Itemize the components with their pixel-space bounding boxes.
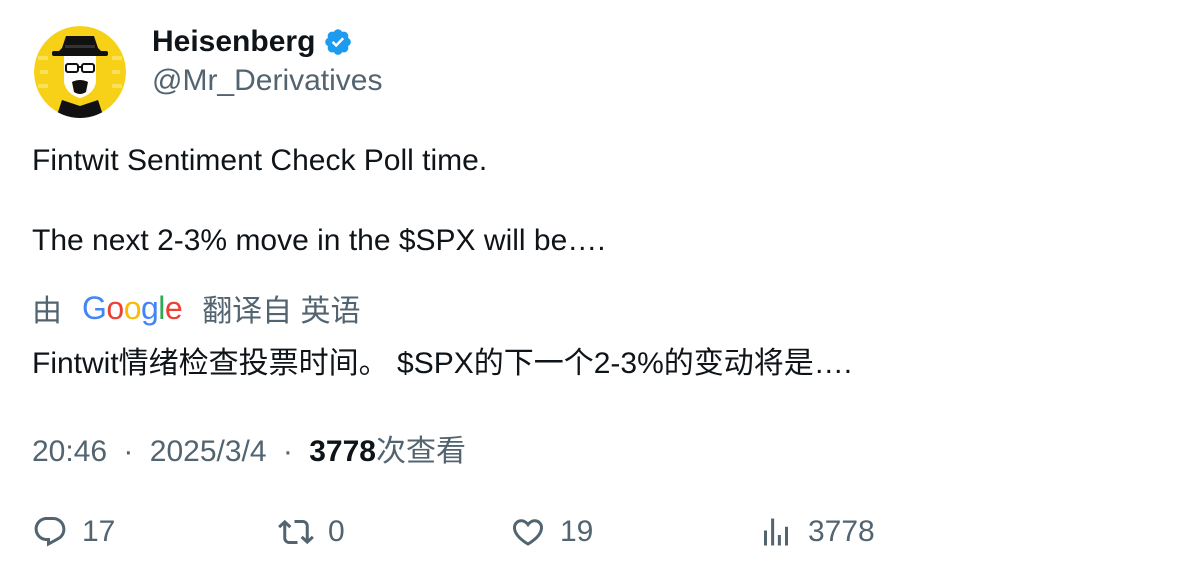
heart-icon [512, 519, 544, 546]
author-handle[interactable]: @Mr_Derivatives [152, 64, 383, 98]
views-count: 3778 [309, 435, 376, 468]
display-name[interactable]: Heisenberg [152, 25, 315, 59]
avatar-image [34, 26, 126, 118]
tweet-date[interactable]: 2025/3/4 [150, 435, 267, 468]
meta-separator: · [123, 435, 134, 468]
retweet-icon [278, 519, 314, 545]
translated-text: Fintwit情绪检查投票时间。 $SPX的下一个2-3%的变动将是…. [32, 347, 853, 380]
tweet-text-line-2: The next 2-3% move in the $SPX will be…. [32, 224, 606, 257]
retweet-count: 0 [328, 515, 345, 548]
avatar[interactable] [34, 26, 126, 118]
meta-separator: · [282, 435, 293, 468]
views-action-count: 3778 [808, 515, 875, 548]
translation-suffix: 翻译自 英语 [202, 295, 361, 328]
like-button[interactable]: 19 [510, 508, 593, 556]
tweet-time[interactable]: 20:46 [32, 435, 107, 468]
reply-count: 17 [82, 515, 116, 548]
tweet-card: Heisenberg @Mr_Derivatives Fintwit Senti… [0, 0, 1196, 578]
views-button[interactable]: 3778 [758, 508, 875, 556]
reply-icon [34, 517, 66, 547]
reply-button[interactable]: 17 [32, 508, 115, 556]
google-logo[interactable]: Google [82, 290, 183, 327]
analytics-icon [764, 518, 788, 546]
retweet-button[interactable]: 0 [278, 508, 345, 556]
translation-attribution: 由 Google 翻译自 英语 [32, 288, 361, 329]
tweet-text-line-1: Fintwit Sentiment Check Poll time. [32, 144, 488, 177]
action-bar: 17 0 19 3778 [32, 508, 1162, 556]
like-count: 19 [560, 515, 594, 548]
verified-badge-icon [323, 27, 353, 57]
views-label: 次查看 [375, 435, 466, 468]
author-name-row: Heisenberg [152, 23, 353, 61]
translation-prefix: 由 [32, 295, 62, 328]
tweet-meta: 20:46 · 2025/3/4 · 3778次查看 [32, 426, 466, 470]
